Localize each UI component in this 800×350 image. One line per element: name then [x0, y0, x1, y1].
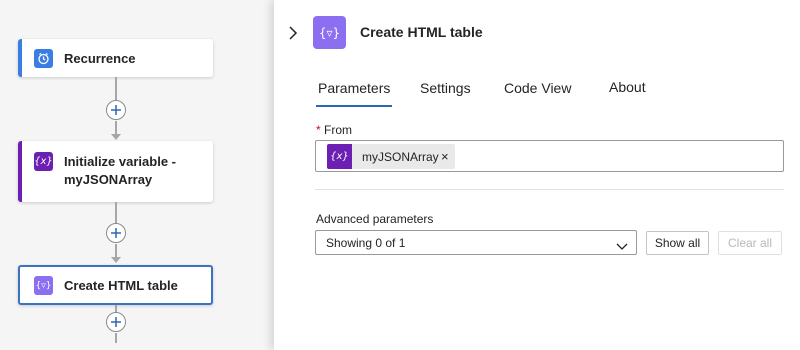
select-value: Showing 0 of 1 — [326, 236, 406, 250]
from-label: * From — [316, 123, 352, 137]
divider — [315, 189, 784, 190]
connector-line — [115, 202, 117, 223]
tab-settings[interactable]: Settings — [420, 80, 471, 96]
tab-about[interactable]: About — [609, 79, 646, 95]
node-accent — [18, 141, 22, 202]
node-title: Initialize variable - myJSONArray — [64, 153, 176, 189]
node-create-html-table[interactable]: {▿} Create HTML table — [18, 265, 213, 305]
from-label-text: From — [324, 123, 353, 137]
connector-line — [115, 244, 117, 258]
arrow-down-icon — [111, 134, 121, 140]
add-step-plus-icon[interactable] — [106, 312, 126, 332]
token-remove-icon[interactable]: × — [441, 149, 449, 164]
data-operation-icon: {▿} — [313, 16, 346, 49]
clock-icon — [34, 49, 53, 68]
from-input[interactable]: {x} myJSONArray × — [315, 140, 784, 172]
show-all-button[interactable]: Show all — [646, 231, 709, 255]
tab-code-view[interactable]: Code View — [504, 80, 571, 96]
node-title: Create HTML table — [64, 278, 178, 293]
token-chip: {x} myJSONArray × — [327, 144, 455, 169]
required-mark: * — [316, 123, 321, 137]
connector-line — [115, 333, 117, 343]
active-tab-indicator — [316, 105, 392, 107]
node-recurrence[interactable]: Recurrence — [18, 39, 213, 77]
arrow-down-icon — [111, 257, 121, 263]
connector-line — [115, 121, 117, 135]
node-title: Recurrence — [64, 51, 136, 66]
variable-icon: {x} — [34, 152, 53, 171]
connector-line — [115, 77, 117, 100]
chevron-down-icon — [616, 238, 628, 256]
workflow-canvas: Recurrence {x} Initialize variable - myJ… — [0, 0, 274, 350]
node-title-line2: myJSONArray — [64, 172, 153, 187]
panel-title: Create HTML table — [360, 24, 483, 40]
node-initialize-variable[interactable]: {x} Initialize variable - myJSONArray — [18, 141, 213, 202]
action-details-panel: {▿} Create HTML table Parameters Setting… — [274, 0, 800, 350]
token-label: myJSONArray — [362, 150, 439, 164]
node-accent — [18, 39, 22, 77]
tab-parameters[interactable]: Parameters — [318, 80, 390, 96]
collapse-chevron-icon[interactable] — [288, 26, 298, 45]
add-step-plus-icon[interactable] — [106, 223, 126, 243]
data-operation-icon: {▿} — [34, 276, 53, 295]
add-step-plus-icon[interactable] — [106, 100, 126, 120]
advanced-parameters-select[interactable]: Showing 0 of 1 — [315, 230, 637, 255]
clear-all-button[interactable]: Clear all — [718, 231, 782, 255]
advanced-parameters-label: Advanced parameters — [316, 212, 434, 226]
variable-icon: {x} — [327, 144, 352, 169]
node-title-line1: Initialize variable - — [64, 154, 176, 169]
